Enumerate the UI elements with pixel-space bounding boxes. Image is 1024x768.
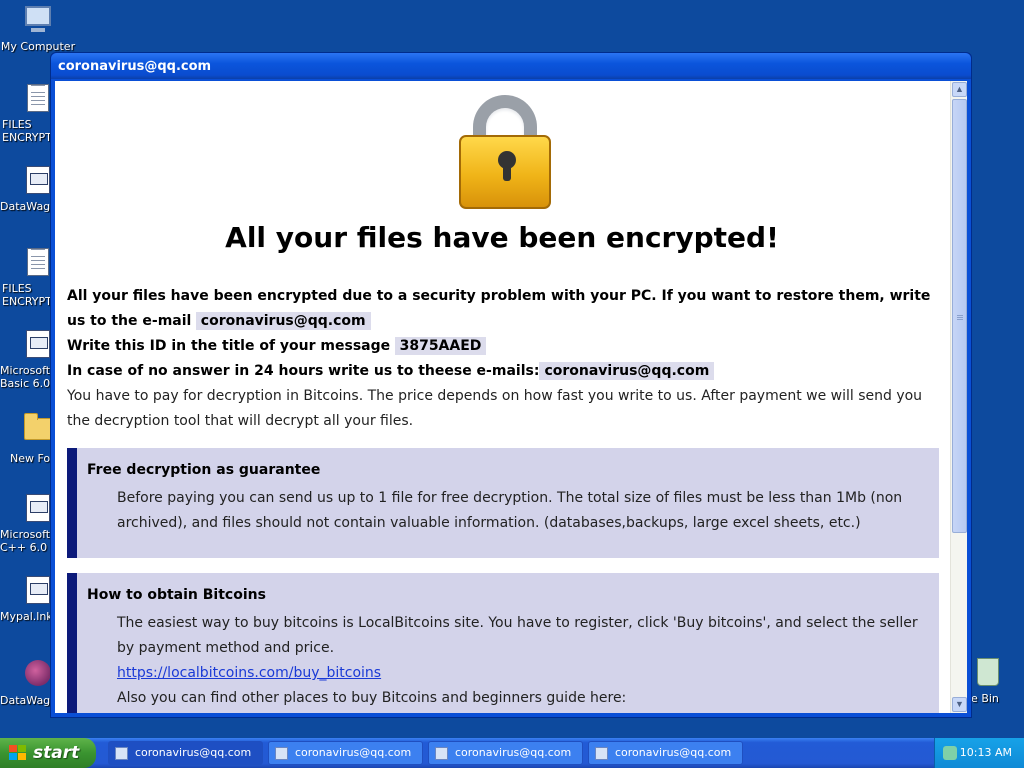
desktop-icon-label: FILES ENCRYPT xyxy=(2,118,52,144)
start-button[interactable]: start xyxy=(0,738,96,768)
taskbar-item[interactable]: coronavirus@qq.com xyxy=(588,741,743,765)
taskbar: start coronavirus@qq.com coronavirus@qq.… xyxy=(0,738,1024,768)
scroll-up-arrow-icon[interactable]: ▲ xyxy=(952,82,967,97)
application-icon xyxy=(23,494,53,526)
computer-icon xyxy=(23,6,53,38)
taskbar-item-label: coronavirus@qq.com xyxy=(135,746,252,759)
instructions: All your files have been encrypted due t… xyxy=(67,284,939,434)
taskbar-item[interactable]: coronavirus@qq.com xyxy=(428,741,583,765)
windows-logo-icon xyxy=(9,745,27,761)
no-answer-label: In case of no answer in 24 hours write u… xyxy=(67,363,540,379)
taskbar-item[interactable]: coronavirus@qq.com xyxy=(268,741,423,765)
taskbar-item-label: coronavirus@qq.com xyxy=(455,746,572,759)
window-title[interactable]: coronavirus@qq.com xyxy=(51,53,971,79)
document-icon xyxy=(23,248,53,280)
note-body: Before paying you can send us up to 1 fi… xyxy=(117,490,903,531)
id-label: Write this ID in the title of your messa… xyxy=(67,338,391,354)
document-icon xyxy=(23,84,53,116)
vertical-scrollbar[interactable]: ▲ ▼ xyxy=(950,81,967,713)
system-tray: 10:13 AM xyxy=(934,738,1024,768)
application-icon xyxy=(23,330,53,362)
ransom-note-window[interactable]: coronavirus@qq.com All your files have b… xyxy=(50,52,972,718)
desktop-icon-label: New Fol xyxy=(10,452,52,465)
scroll-down-arrow-icon[interactable]: ▼ xyxy=(952,697,967,712)
desktop-icon-label: FILES ENCRYPT xyxy=(2,282,52,308)
desktop-icon-my-computer[interactable]: My Computer xyxy=(0,4,76,53)
shortcut-icon xyxy=(23,576,53,608)
contact-email: coronavirus@qq.com xyxy=(195,312,371,330)
start-label: start xyxy=(33,743,80,763)
note-more: Also you can find other places to buy Bi… xyxy=(117,690,627,706)
victim-id: 3875AAED xyxy=(394,337,487,355)
desktop-icon-label: Microsoft C++ 6.0 xyxy=(0,528,51,554)
note-obtain-bitcoins: How to obtain Bitcoins The easiest way t… xyxy=(67,573,939,713)
page-title: All your files have been encrypted! xyxy=(225,221,779,254)
window-icon xyxy=(275,747,288,760)
taskbar-item-label: coronavirus@qq.com xyxy=(295,746,412,759)
localbitcoins-link[interactable]: https://localbitcoins.com/buy_bitcoins xyxy=(117,665,381,681)
desktop-icon-label: Mypal.lnk xyxy=(0,610,52,623)
window-icon xyxy=(595,747,608,760)
taskbar-item[interactable]: coronavirus@qq.com xyxy=(108,741,263,765)
folder-icon xyxy=(23,413,53,450)
payment-text: You have to pay for decryption in Bitcoi… xyxy=(67,388,923,429)
desktop-icon-label: DataWago xyxy=(0,694,52,707)
desktop-icon-label: DataWago xyxy=(0,200,52,213)
taskbar-item-label: coronavirus@qq.com xyxy=(615,746,732,759)
network-icon[interactable] xyxy=(943,746,957,760)
window-icon xyxy=(435,747,448,760)
window-icon xyxy=(115,747,128,760)
padlock-icon xyxy=(457,95,553,211)
backup-email: coronavirus@qq.com xyxy=(539,362,715,380)
note-title: How to obtain Bitcoins xyxy=(87,587,266,603)
note-body: The easiest way to buy bitcoins is Local… xyxy=(117,615,918,656)
application-icon xyxy=(23,166,53,198)
recycle-bin-icon xyxy=(973,658,1003,690)
note-content: All your files have been encrypted! All … xyxy=(55,81,949,713)
desktop-icon-label: Microsoft Basic 6.0 xyxy=(0,364,51,390)
note-free-decryption: Free decryption as guarantee Before payi… xyxy=(67,448,939,558)
globe-icon xyxy=(23,660,53,692)
clock[interactable]: 10:13 AM xyxy=(960,738,1012,768)
window-client: All your files have been encrypted! All … xyxy=(55,81,967,713)
scroll-thumb[interactable] xyxy=(952,99,967,533)
note-title: Free decryption as guarantee xyxy=(87,462,321,478)
